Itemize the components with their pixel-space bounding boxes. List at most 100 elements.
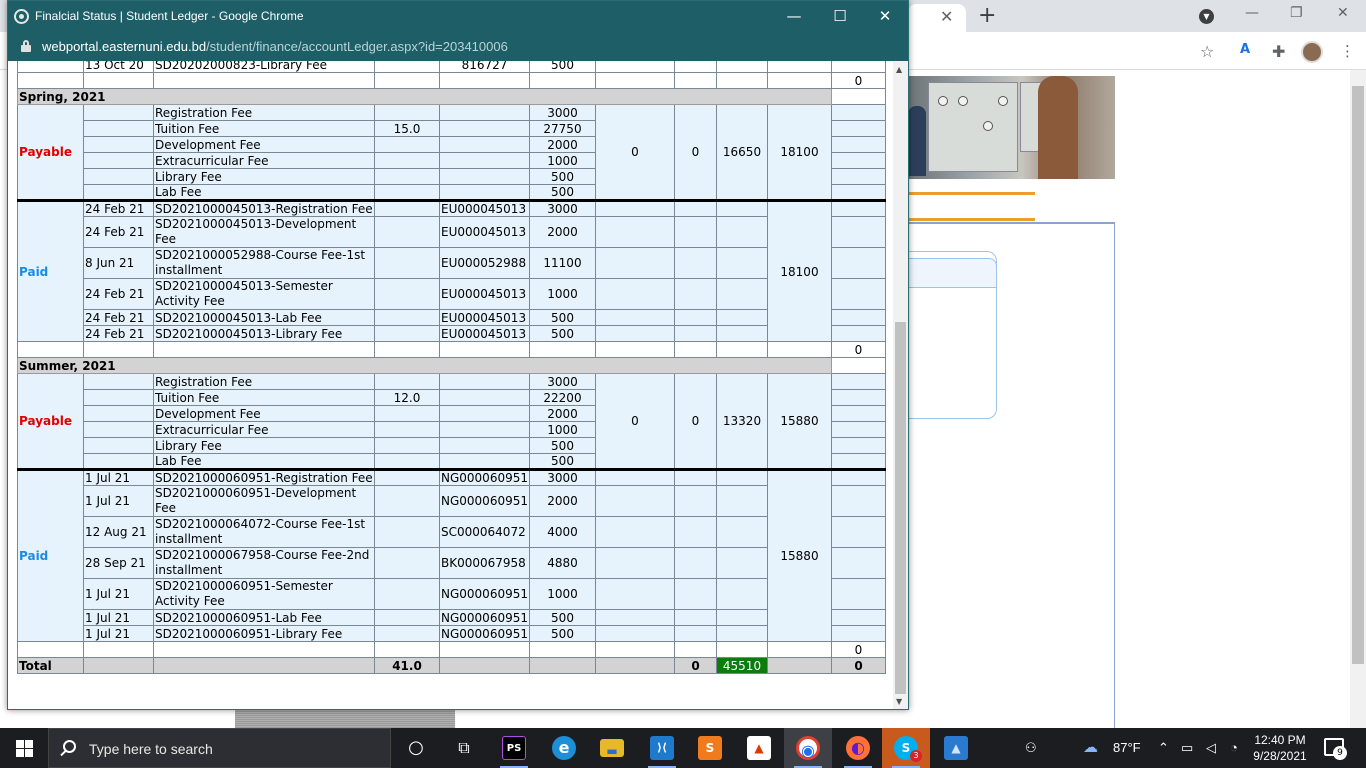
fee-description: Extracurricular Fee xyxy=(153,152,375,169)
payable-label: Payable xyxy=(17,104,84,201)
payment-description: SD2021000064072-Course Fee-1st installme… xyxy=(153,516,375,548)
popup-title-bar[interactable]: Finalcial Status | Student Ledger - Goog… xyxy=(8,1,908,32)
scroll-up-icon[interactable]: ▲ xyxy=(896,65,902,74)
total-paid-value: 15880 xyxy=(767,468,832,642)
background-accent-line xyxy=(908,192,1035,195)
background-minimize-button[interactable]: — xyxy=(1245,5,1259,21)
vscode-icon: ⟩⟨ xyxy=(650,736,674,760)
table-row: 24 Feb 21 SD2021000045013-Library Fee EU00… xyxy=(18,325,886,342)
battery-icon[interactable]: ▭ xyxy=(1181,740,1193,756)
background-restore-button[interactable]: ❐ xyxy=(1290,5,1303,21)
payment-date: 1 Jul 21 xyxy=(83,609,154,626)
sublime-button[interactable]: S xyxy=(686,728,734,768)
photos-icon: ▲ xyxy=(944,736,968,760)
vscode-button[interactable]: ⟩⟨ xyxy=(638,728,686,768)
fee-description: Library Fee xyxy=(153,437,375,454)
new-tab-button[interactable]: + xyxy=(978,3,996,28)
edge-button[interactable]: e xyxy=(540,728,588,768)
firefox-button[interactable]: ◐ xyxy=(834,728,882,768)
background-banner-photo xyxy=(908,76,1115,179)
star-icon[interactable]: ☆ xyxy=(1200,42,1214,61)
total-credit: 41.0 xyxy=(374,657,440,674)
volume-icon[interactable]: ◁ xyxy=(1206,740,1216,756)
background-divider xyxy=(1114,222,1115,728)
table-row: 8 Jun 21 SD2021000052988-Course Fee-1st i… xyxy=(18,247,886,279)
popup-address-bar[interactable]: webportal.easternuni.edu.bd/student/fina… xyxy=(8,32,908,61)
taskbar-search-box[interactable]: Type here to search xyxy=(48,728,391,768)
waiver-value: 0 xyxy=(595,104,675,201)
popup-minimize-button[interactable]: — xyxy=(774,5,814,27)
payment-description: SD2021000060951-Development Fee xyxy=(153,485,375,517)
semester-header: Spring, 2021 xyxy=(17,88,886,105)
background-tab[interactable] xyxy=(908,4,966,32)
fee-description: Development Fee xyxy=(153,136,375,153)
extensions-icon[interactable]: ✚ xyxy=(1272,42,1285,61)
payment-amount: 3000 xyxy=(529,468,596,486)
popup-scroll-thumb[interactable] xyxy=(895,322,906,694)
translate-icon[interactable]: A xyxy=(1240,42,1250,57)
task-view-button[interactable]: ⧉ xyxy=(440,728,488,768)
balance-value: 0 xyxy=(831,72,886,89)
tab-search-icon[interactable]: ▼ xyxy=(1199,9,1214,24)
start-button[interactable] xyxy=(16,740,33,757)
ledger-content: 13 Oct 20 SD20202000823-Library Fee 8167… xyxy=(8,61,893,709)
net-payable-value: 18100 xyxy=(767,104,832,201)
table-row: 28 Sep 21 SD2021000067958-Course Fee-2nd … xyxy=(18,547,886,579)
background-close-button[interactable]: ✕ xyxy=(1337,5,1349,21)
fee-amount: 2000 xyxy=(529,405,596,422)
phpstorm-button[interactable]: PS xyxy=(490,728,538,768)
payment-description: SD2021000045013-Lab Fee xyxy=(153,309,375,326)
waiver-value: 0 xyxy=(595,373,675,470)
balance-row: 0 xyxy=(17,641,886,658)
payment-amount: 500 xyxy=(529,625,596,642)
windows-taskbar: Type here to search ○ ⧉ PS e ▬ ⟩⟨ S ▲ ◉ … xyxy=(0,728,1366,768)
balance-row: 0 xyxy=(17,72,886,89)
background-scroll-thumb[interactable] xyxy=(1352,86,1364,664)
fee-amount: 1000 xyxy=(529,421,596,438)
chrome-button[interactable]: ◉ xyxy=(784,728,832,768)
table-row: 1 Jul 21 SD2021000060951-Semester Activit… xyxy=(18,578,886,610)
popup-close-button[interactable]: ✕ xyxy=(865,5,905,27)
payment-date: 24 Feb 21 xyxy=(83,278,154,310)
payment-date: 28 Sep 21 xyxy=(83,547,154,579)
fee-amount: 1000 xyxy=(529,152,596,169)
popup-scrollbar[interactable]: ▲ ▼ xyxy=(893,61,908,709)
fee-description: Tuition Fee xyxy=(153,389,375,406)
clock-date: 9/28/2021 xyxy=(1253,749,1307,763)
payment-date: 13 Oct 20 xyxy=(83,61,154,73)
payment-description: SD2021000060951-Registration Fee xyxy=(153,468,375,486)
tray-chevron-icon[interactable]: ⌃ xyxy=(1158,740,1169,756)
popup-url[interactable]: webportal.easternuni.edu.bd/student/fina… xyxy=(42,39,508,54)
task-view-icon: ⧉ xyxy=(458,738,470,757)
file-explorer-button[interactable]: ▬ xyxy=(588,728,636,768)
payment-amount: 500 xyxy=(529,325,596,342)
popup-maximize-button[interactable]: ☐ xyxy=(820,5,860,27)
scroll-down-icon[interactable]: ▼ xyxy=(896,697,902,706)
background-panel-header xyxy=(905,258,997,288)
skype-button[interactable]: S3 xyxy=(882,728,930,768)
cortana-button[interactable]: ○ xyxy=(392,728,440,768)
taskbar-clock[interactable]: 12:40 PM 9/28/2021 xyxy=(1249,732,1311,764)
table-row: Paid 24 Feb 21 SD2021000045013-Registrat… xyxy=(17,199,886,342)
menu-icon[interactable]: ⋮ xyxy=(1340,42,1355,60)
discount-value: 13320 xyxy=(716,373,768,470)
firefox-icon: ◐ xyxy=(846,736,870,760)
table-row: Paid 1 Jul 21 SD2021000060951-Registrati… xyxy=(17,468,886,642)
photos-button[interactable]: ▲ xyxy=(932,728,980,768)
tab-close-icon[interactable]: ✕ xyxy=(940,7,953,26)
wifi-icon[interactable]: ◔ xyxy=(1230,740,1238,755)
payment-date: 1 Jul 21 xyxy=(83,468,154,486)
office-button[interactable]: ▲ xyxy=(735,728,783,768)
profile-avatar[interactable] xyxy=(1301,41,1323,63)
payment-reference: EU000045013 xyxy=(439,278,530,310)
fee-description: Extracurricular Fee xyxy=(153,421,375,438)
payment-description: SD2021000045013-Semester Activity Fee xyxy=(153,278,375,310)
payment-reference: EU000045013 xyxy=(439,216,530,248)
table-row: 24 Feb 21 SD2021000045013-Lab Fee EU000045… xyxy=(18,309,886,326)
temperature[interactable]: 87°F xyxy=(1113,740,1141,755)
people-icon[interactable]: ⚇ xyxy=(1025,740,1037,756)
fee-description: Lab Fee xyxy=(153,184,375,201)
fee-amount: 3000 xyxy=(529,104,596,121)
fee-description: Registration Fee xyxy=(153,104,375,121)
weather-icon[interactable]: ☁ xyxy=(1083,738,1098,756)
